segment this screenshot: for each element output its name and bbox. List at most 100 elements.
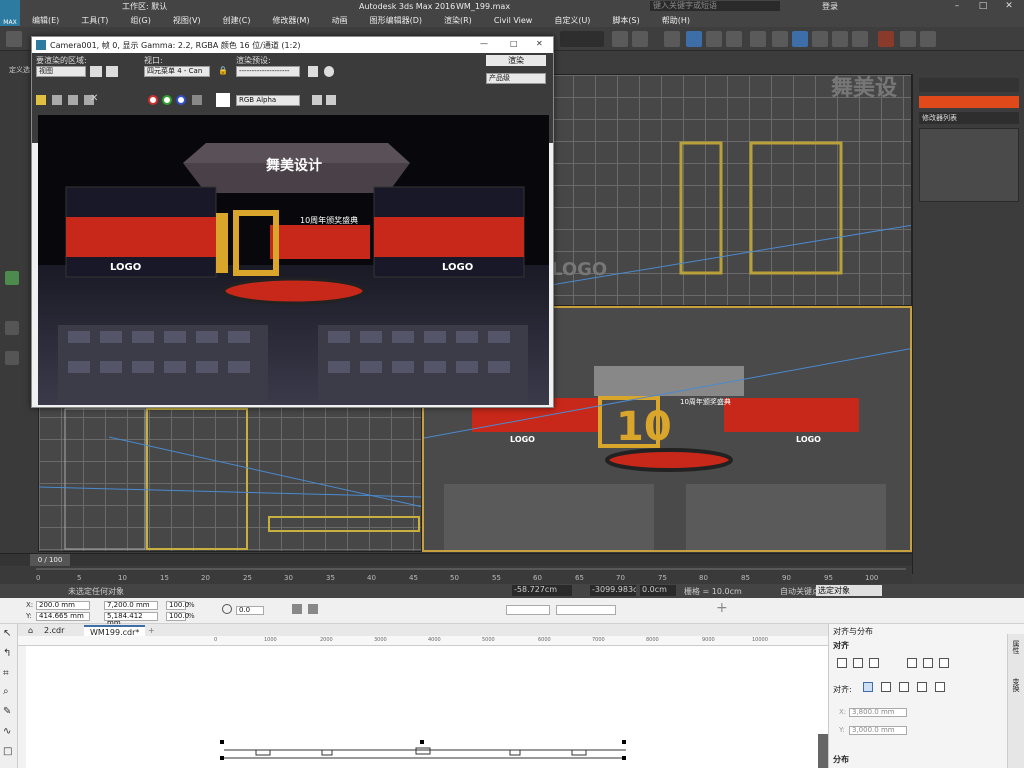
time-ruler[interactable]: 0 5 10 15 20 25 30 35 40 45 50 55 60 65 …	[36, 567, 906, 585]
schematic-icon[interactable]	[726, 31, 742, 47]
align-grid-icon[interactable]	[917, 682, 927, 692]
x-coord-field[interactable]: -58.727cm	[512, 585, 572, 596]
render-production-icon[interactable]	[812, 31, 828, 47]
x-position-field[interactable]: 200.0 mm	[36, 601, 90, 610]
max-logo-icon[interactable]: MAX	[0, 0, 20, 26]
align-left-icon[interactable]	[837, 658, 847, 668]
rw-minimize-icon[interactable]: —	[480, 39, 488, 48]
scene-explorer-icon[interactable]	[686, 31, 702, 47]
freehand-tool-icon[interactable]: ✎	[3, 706, 11, 717]
properties-tab[interactable]: 属性	[1011, 640, 1021, 654]
environment-icon[interactable]	[324, 66, 334, 77]
shape-tool-icon[interactable]: ↰	[3, 648, 11, 659]
y-position-field[interactable]: 414.665 mm	[36, 612, 90, 621]
height-field[interactable]: 5,184.412 mm	[104, 612, 158, 627]
align-selection-icon[interactable]	[863, 682, 873, 692]
time-slider-handle[interactable]: 0 / 100	[30, 554, 70, 566]
menu-rendering[interactable]: 渲染(R)	[444, 15, 472, 26]
lock-icon[interactable]: 🔒	[218, 66, 228, 77]
curve-editor-icon[interactable]	[706, 31, 722, 47]
rw-close-icon[interactable]: ✕	[536, 39, 543, 48]
color-swatch[interactable]	[216, 93, 230, 107]
render-area-dropdown[interactable]: 视图	[36, 66, 86, 77]
menu-edit[interactable]: 编辑(E)	[32, 15, 59, 26]
artistic-media-icon[interactable]: ∿	[3, 726, 11, 737]
production-dropdown[interactable]: 产品级	[486, 73, 546, 84]
modifier-list-dropdown[interactable]: 修改器列表	[919, 112, 1019, 124]
minimize-icon[interactable]: –	[944, 0, 970, 13]
blue-channel-icon[interactable]	[176, 95, 186, 105]
login-link[interactable]: 登录	[822, 1, 838, 12]
menu-graph-editors[interactable]: 图形编辑器(D)	[370, 15, 422, 26]
menu-view[interactable]: 视图(V)	[173, 15, 201, 26]
align-page-center-icon[interactable]	[899, 682, 909, 692]
align-x-field[interactable]: 3,800.0 mm	[849, 708, 907, 717]
tab-2cdr[interactable]: 2.cdr	[38, 625, 70, 636]
search-input[interactable]: 键入关键字或短语	[650, 1, 780, 11]
channel-dropdown[interactable]: RGB Alpha	[236, 95, 300, 106]
viewport-top-right[interactable]: 舞美设 LOGO	[550, 74, 912, 306]
rectangle-tool-icon[interactable]: □	[3, 746, 12, 757]
undo-icon[interactable]	[6, 31, 22, 47]
mirror-v-icon[interactable]	[308, 604, 318, 614]
render-setup-icon[interactable]	[772, 31, 788, 47]
layer-side-icon[interactable]	[5, 351, 19, 365]
render-iterative-icon[interactable]	[832, 31, 848, 47]
pick-tool-icon[interactable]: ↖	[3, 628, 11, 639]
render-setup-small-icon[interactable]	[308, 66, 318, 77]
green-channel-icon[interactable]	[162, 95, 172, 105]
time-slider-track[interactable]: 0 / 100	[0, 554, 912, 566]
menu-customize[interactable]: 自定义(U)	[554, 15, 590, 26]
render-preset-dropdown[interactable]: --------------------	[236, 66, 300, 77]
scene-explorer-side-icon[interactable]	[5, 271, 19, 285]
timeline[interactable]: 0 / 100 0 5 10 15 20 25 30 35 40 45 50 5…	[0, 553, 912, 584]
crop-tool-icon[interactable]: ⌗	[3, 668, 9, 679]
save-image-icon[interactable]	[36, 95, 46, 105]
align-y-field[interactable]: 3,000.0 mm	[849, 726, 907, 735]
render-button[interactable]: 渲染	[486, 55, 546, 66]
align-icon[interactable]	[632, 31, 648, 47]
red-channel-icon[interactable]	[148, 95, 158, 105]
menu-civil-view[interactable]: Civil View	[494, 16, 533, 25]
align-point-icon[interactable]	[935, 682, 945, 692]
auto-region-icon[interactable]	[106, 66, 118, 77]
scale-y-field[interactable]: 100.0	[166, 612, 189, 621]
activeshade-icon[interactable]	[852, 31, 868, 47]
line-style-dropdown[interactable]	[556, 605, 616, 615]
menu-create[interactable]: 创建(C)	[223, 15, 251, 26]
viewport-dropdown[interactable]: 四元菜单 4 - Can	[144, 66, 210, 77]
align-bottom-icon[interactable]	[939, 658, 949, 668]
zoom-tool-icon[interactable]: ⌕	[3, 686, 9, 697]
align-top-icon[interactable]	[907, 658, 917, 668]
mono-icon[interactable]	[312, 95, 322, 105]
outline-width-dropdown[interactable]	[506, 605, 550, 615]
width-field[interactable]: 7,200.0 mm	[104, 601, 158, 610]
toggle-ui-icon[interactable]	[326, 95, 336, 105]
a360-icon[interactable]	[900, 31, 916, 47]
close-icon[interactable]: ✕	[996, 0, 1022, 13]
layer-icon[interactable]	[664, 31, 680, 47]
extra-toolbar-icon[interactable]	[920, 31, 936, 47]
menu-help[interactable]: 帮助(H)	[662, 15, 690, 26]
rendered-image[interactable]: 舞美设计 10周年颁奖盛典 LOGO LOGO	[38, 115, 549, 405]
mirror-h-icon[interactable]	[292, 604, 302, 614]
object-color-swatch[interactable]	[919, 96, 1019, 108]
workspace-dropdown[interactable]: 工作区: 默认	[122, 1, 167, 12]
selection-set-dropdown[interactable]	[560, 31, 604, 47]
edit-region-icon[interactable]	[90, 66, 102, 77]
add-icon[interactable]: +	[716, 600, 728, 616]
menu-animation[interactable]: 动画	[332, 15, 348, 26]
tab-wm199[interactable]: WM199.cdr*	[84, 625, 146, 637]
copy-image-icon[interactable]	[52, 95, 62, 105]
menu-modifiers[interactable]: 修改器(M)	[272, 15, 309, 26]
rendered-frame-window-icon[interactable]	[792, 31, 808, 47]
angle-field[interactable]: 0.0	[236, 606, 264, 615]
z-coord-field[interactable]: 0.0cm	[640, 585, 676, 596]
menu-scripting[interactable]: 脚本(S)	[612, 15, 639, 26]
clone-window-icon[interactable]	[68, 95, 78, 105]
drawing-canvas[interactable]	[26, 646, 828, 768]
align-center-h-icon[interactable]	[853, 658, 863, 668]
command-panel-tabs[interactable]	[919, 78, 1019, 92]
render-lights-icon[interactable]	[878, 31, 894, 47]
modifier-stack[interactable]	[919, 128, 1019, 202]
